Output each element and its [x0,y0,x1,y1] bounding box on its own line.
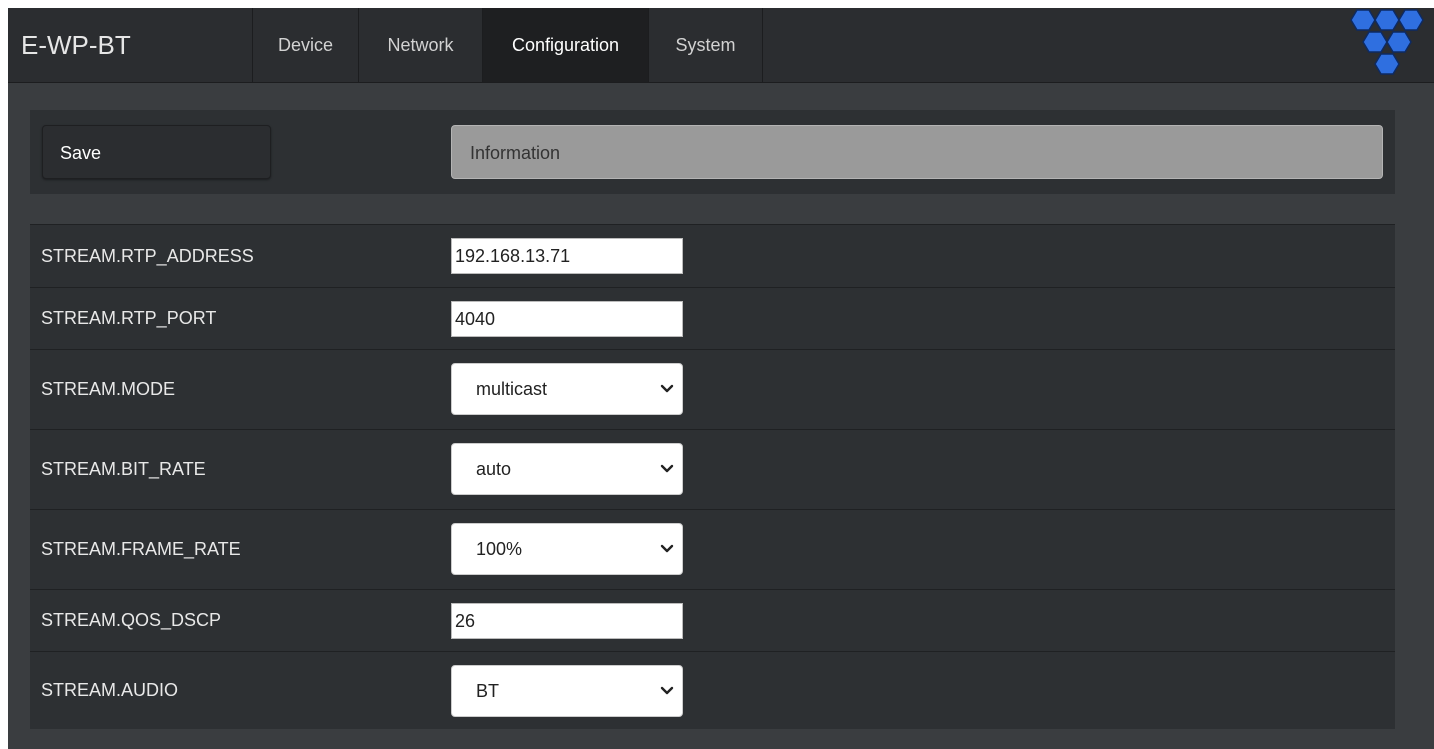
information-field: Information [451,125,1383,179]
setting-row-bit-rate: STREAM.BIT_RATE auto [30,429,1395,509]
rtp-port-input[interactable] [451,301,683,337]
frame-rate-select[interactable]: 100% [451,523,683,575]
chevron-down-icon [660,464,674,473]
toolbar-panel: Save Information [30,110,1395,194]
select-value: multicast [476,379,548,399]
app-frame: E-WP-BT Device Network Configuration Sys… [8,8,1434,749]
setting-row-mode: STREAM.MODE multicast [30,349,1395,429]
audio-select[interactable]: BT [451,665,683,717]
setting-label: STREAM.QOS_DSCP [41,610,222,630]
tab-device[interactable]: Device [253,8,359,82]
setting-row-audio: STREAM.AUDIO BT [30,651,1395,729]
bit-rate-select[interactable]: auto [451,443,683,495]
setting-row-frame-rate: STREAM.FRAME_RATE 100% [30,509,1395,589]
tab-configuration[interactable]: Configuration [483,8,649,82]
chevron-down-icon [660,686,674,695]
rtp-address-input[interactable] [451,238,683,274]
chevron-down-icon [660,544,674,553]
setting-label: STREAM.RTP_PORT [41,308,217,328]
select-value: auto [476,459,512,479]
select-value: 100% [476,539,523,559]
tab-network[interactable]: Network [359,8,483,82]
setting-row-rtp-port: STREAM.RTP_PORT [30,287,1395,349]
top-navbar: E-WP-BT Device Network Configuration Sys… [8,8,1434,83]
save-button[interactable]: Save [42,125,271,179]
chevron-down-icon [660,384,674,393]
setting-label: STREAM.BIT_RATE [41,459,206,479]
setting-row-rtp-address: STREAM.RTP_ADDRESS [30,224,1395,287]
setting-label: STREAM.FRAME_RATE [41,539,241,559]
setting-row-qos-dscp: STREAM.QOS_DSCP [30,589,1395,651]
stream-mode-select[interactable]: multicast [451,363,683,415]
select-value: BT [476,681,500,701]
qos-dscp-input[interactable] [451,603,683,639]
setting-label: STREAM.RTP_ADDRESS [41,245,254,266]
brand-title: E-WP-BT [8,8,253,82]
setting-label: STREAM.MODE [41,379,176,399]
hexagon-cluster-logo-icon [1350,9,1424,75]
setting-label: STREAM.AUDIO [41,680,179,700]
settings-table: STREAM.RTP_ADDRESS STREAM.RTP_PORT STREA… [30,224,1395,729]
tab-system[interactable]: System [649,8,763,82]
